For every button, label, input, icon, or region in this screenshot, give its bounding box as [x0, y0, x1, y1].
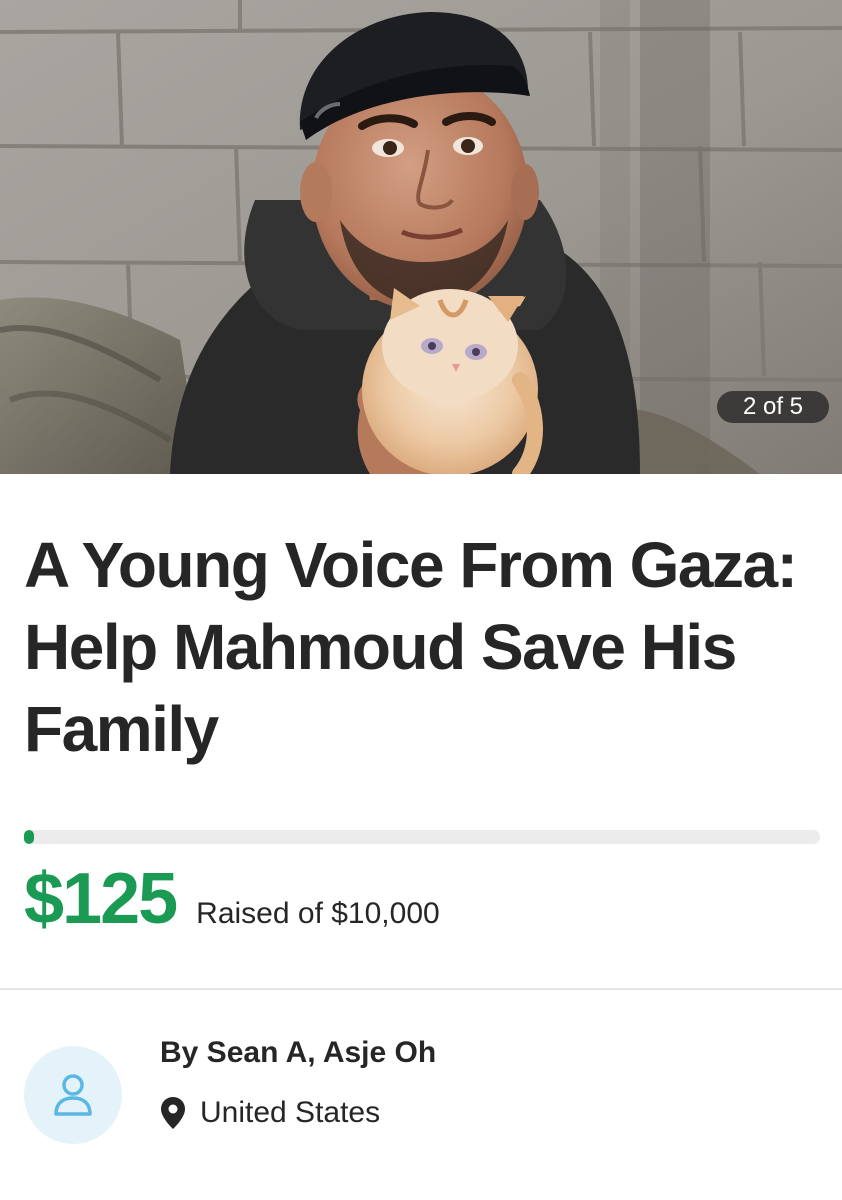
goal-text: Raised of $10,000 [196, 897, 440, 930]
location-pin-icon [161, 1097, 185, 1129]
campaign-photo-image [0, 0, 842, 474]
organizer-byline[interactable]: By Sean A, Asje Oh [160, 1034, 436, 1072]
campaign-title: A Young Voice From Gaza: Help Mahmoud Sa… [24, 529, 798, 765]
donation-summary: $125 Raised of $10,000 [24, 862, 440, 936]
campaign-photo[interactable]: 2 of 5 [0, 0, 842, 474]
organizer-avatar[interactable] [24, 1046, 122, 1144]
progress-bar [24, 830, 820, 844]
user-icon [54, 1074, 92, 1116]
progress-fill [24, 830, 34, 844]
organizer-location: United States [160, 1094, 380, 1132]
photo-counter: 2 of 5 [717, 391, 829, 423]
section-divider [0, 988, 842, 990]
location-text: United States [200, 1096, 381, 1129]
amount-raised: $125 [24, 859, 178, 939]
